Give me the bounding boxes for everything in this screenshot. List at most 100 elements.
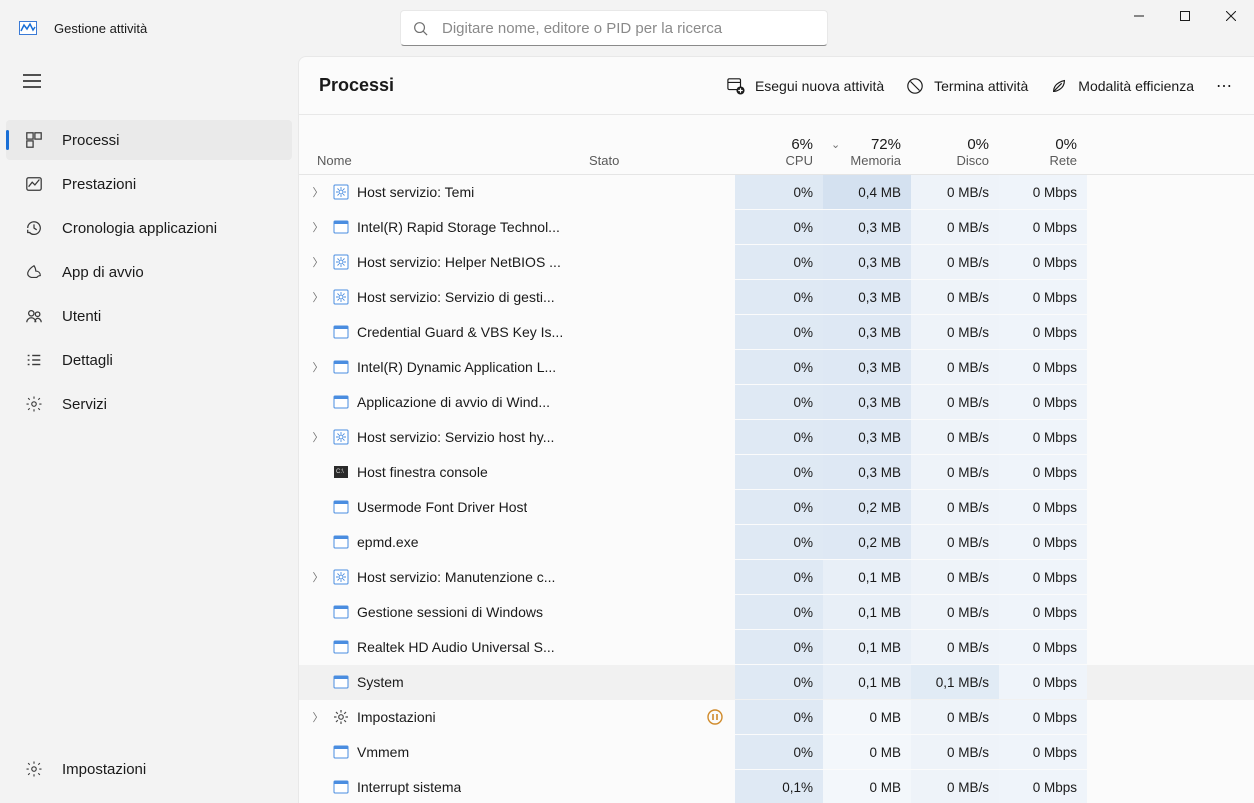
process-icon xyxy=(333,499,349,515)
process-icon xyxy=(333,744,349,760)
process-name-label: Host servizio: Temi xyxy=(357,184,474,200)
cell-cpu: 0% xyxy=(735,560,823,594)
cell-disk: 0 MB/s xyxy=(911,245,999,279)
process-name-label: Host finestra console xyxy=(357,464,488,480)
cell-disk: 0 MB/s xyxy=(911,560,999,594)
process-name-label: Intel(R) Rapid Storage Technol... xyxy=(357,219,560,235)
cell-network: 0 Mbps xyxy=(999,630,1087,664)
sidebar-item-label: Utenti xyxy=(62,308,101,325)
cell-memory: 0,4 MB xyxy=(823,175,911,209)
process-name-label: Host servizio: Servizio host hy... xyxy=(357,429,554,445)
sidebar-item-avvio[interactable]: App di avvio xyxy=(6,252,292,292)
cell-disk: 0 MB/s xyxy=(911,595,999,629)
table-row[interactable]: 〉Host servizio: Servizio di gesti...0%0,… xyxy=(299,280,1254,315)
column-cpu[interactable]: 6%CPU xyxy=(735,136,823,168)
process-icon xyxy=(333,184,349,200)
cell-disk: 0 MB/s xyxy=(911,700,999,734)
table-row[interactable]: 〉Credential Guard & VBS Key Is...0%0,3 M… xyxy=(299,315,1254,350)
expand-chevron-icon[interactable]: 〉 xyxy=(309,359,327,375)
cell-disk: 0,1 MB/s xyxy=(911,665,999,699)
cell-memory: 0,2 MB xyxy=(823,525,911,559)
cell-disk: 0 MB/s xyxy=(911,280,999,314)
expand-chevron-icon[interactable]: 〉 xyxy=(309,569,327,585)
table-row[interactable]: 〉Host servizio: Servizio host hy...0%0,3… xyxy=(299,420,1254,455)
table-row[interactable]: 〉Usermode Font Driver Host0%0,2 MB0 MB/s… xyxy=(299,490,1254,525)
end-task-button[interactable]: Termina attività xyxy=(906,77,1028,95)
process-name-label: Intel(R) Dynamic Application L... xyxy=(357,359,556,375)
run-new-task-button[interactable]: Esegui nuova attività xyxy=(727,77,884,95)
minimize-button[interactable] xyxy=(1116,0,1162,32)
table-row[interactable]: 〉System0%0,1 MB0,1 MB/s0 Mbps xyxy=(299,665,1254,700)
sidebar-item-prestazioni[interactable]: Prestazioni xyxy=(6,164,292,204)
cell-disk: 0 MB/s xyxy=(911,210,999,244)
process-icon xyxy=(333,429,349,445)
process-icon xyxy=(333,254,349,270)
table-row[interactable]: 〉C:\Host finestra console0%0,3 MB0 MB/s0… xyxy=(299,455,1254,490)
hamburger-icon[interactable] xyxy=(23,74,298,88)
process-name-label: Applicazione di avvio di Wind... xyxy=(357,394,550,410)
sidebar-item-dettagli[interactable]: Dettagli xyxy=(6,340,292,380)
table-row[interactable]: 〉Impostazioni0%0 MB0 MB/s0 Mbps xyxy=(299,700,1254,735)
search-input[interactable] xyxy=(442,20,815,37)
sidebar-item-label: Processi xyxy=(62,132,120,149)
cell-network: 0 Mbps xyxy=(999,735,1087,769)
users-icon xyxy=(24,307,44,325)
cell-cpu: 0% xyxy=(735,175,823,209)
cell-name: 〉Realtek HD Audio Universal S... xyxy=(299,639,589,655)
table-row[interactable]: 〉Host servizio: Manutenzione c...0%0,1 M… xyxy=(299,560,1254,595)
table-row[interactable]: 〉Host servizio: Temi0%0,4 MB0 MB/s0 Mbps xyxy=(299,175,1254,210)
expand-chevron-icon[interactable]: 〉 xyxy=(309,184,327,200)
table-row[interactable]: 〉Intel(R) Rapid Storage Technol...0%0,3 … xyxy=(299,210,1254,245)
table-row[interactable]: 〉Applicazione di avvio di Wind...0%0,3 M… xyxy=(299,385,1254,420)
processes-icon xyxy=(24,131,44,149)
cell-name: 〉epmd.exe xyxy=(299,534,589,550)
process-list[interactable]: 〉Host servizio: Temi0%0,4 MB0 MB/s0 Mbps… xyxy=(299,175,1254,803)
cell-memory: 0,1 MB xyxy=(823,630,911,664)
table-row[interactable]: 〉epmd.exe0%0,2 MB0 MB/s0 Mbps xyxy=(299,525,1254,560)
table-row[interactable]: 〉Intel(R) Dynamic Application L...0%0,3 … xyxy=(299,350,1254,385)
more-options-button[interactable]: ⋯ xyxy=(1216,76,1234,96)
close-button[interactable] xyxy=(1208,0,1254,32)
column-disk[interactable]: 0%Disco xyxy=(911,136,999,168)
cell-disk: 0 MB/s xyxy=(911,455,999,489)
svg-text:C:\: C:\ xyxy=(336,469,344,475)
sidebar-item-processi[interactable]: Processi xyxy=(6,120,292,160)
column-network[interactable]: 0%Rete xyxy=(999,136,1087,168)
expand-chevron-icon[interactable]: 〉 xyxy=(309,429,327,445)
process-icon xyxy=(333,709,349,725)
sidebar-item-cronologia[interactable]: Cronologia applicazioni xyxy=(6,208,292,248)
table-row[interactable]: 〉Host servizio: Helper NetBIOS ...0%0,3 … xyxy=(299,245,1254,280)
process-name-label: Vmmem xyxy=(357,744,409,760)
chevron-down-icon: ⌄ xyxy=(831,138,840,151)
cell-disk: 0 MB/s xyxy=(911,525,999,559)
expand-chevron-icon[interactable]: 〉 xyxy=(309,709,327,725)
sidebar-item-settings[interactable]: Impostazioni xyxy=(6,749,292,789)
sidebar-item-utenti[interactable]: Utenti xyxy=(6,296,292,336)
expand-chevron-icon[interactable]: 〉 xyxy=(309,289,327,305)
cell-network: 0 Mbps xyxy=(999,315,1087,349)
table-row[interactable]: 〉Interrupt sistema0,1%0 MB0 MB/s0 Mbps xyxy=(299,770,1254,803)
column-memory[interactable]: ⌄72%Memoria xyxy=(823,136,911,168)
sidebar-item-servizi[interactable]: Servizi xyxy=(6,384,292,424)
cell-name: 〉 Intel(R) Rapid Storage Technol... xyxy=(299,219,589,235)
cell-network: 0 Mbps xyxy=(999,770,1087,803)
gear-icon xyxy=(24,760,44,778)
table-row[interactable]: 〉Realtek HD Audio Universal S...0%0,1 MB… xyxy=(299,630,1254,665)
efficiency-mode-button[interactable]: Modalità efficienza xyxy=(1050,77,1194,95)
column-status[interactable]: Stato xyxy=(589,153,735,168)
column-name[interactable]: Nome xyxy=(299,153,589,168)
expand-chevron-icon[interactable]: 〉 xyxy=(309,219,327,235)
expand-chevron-icon[interactable]: 〉 xyxy=(309,254,327,270)
cell-memory: 0,1 MB xyxy=(823,595,911,629)
table-row[interactable]: 〉Gestione sessioni di Windows0%0,1 MB0 M… xyxy=(299,595,1254,630)
process-name-label: Gestione sessioni di Windows xyxy=(357,604,543,620)
maximize-button[interactable] xyxy=(1162,0,1208,32)
sidebar-item-label: Dettagli xyxy=(62,352,113,369)
sidebar-item-label: Servizi xyxy=(62,396,107,413)
table-row[interactable]: 〉Vmmem0%0 MB0 MB/s0 Mbps xyxy=(299,735,1254,770)
cell-name: 〉Usermode Font Driver Host xyxy=(299,499,589,515)
process-icon xyxy=(333,639,349,655)
cell-name: 〉Interrupt sistema xyxy=(299,779,589,795)
cell-memory: 0 MB xyxy=(823,700,911,734)
search-box[interactable] xyxy=(400,10,828,46)
